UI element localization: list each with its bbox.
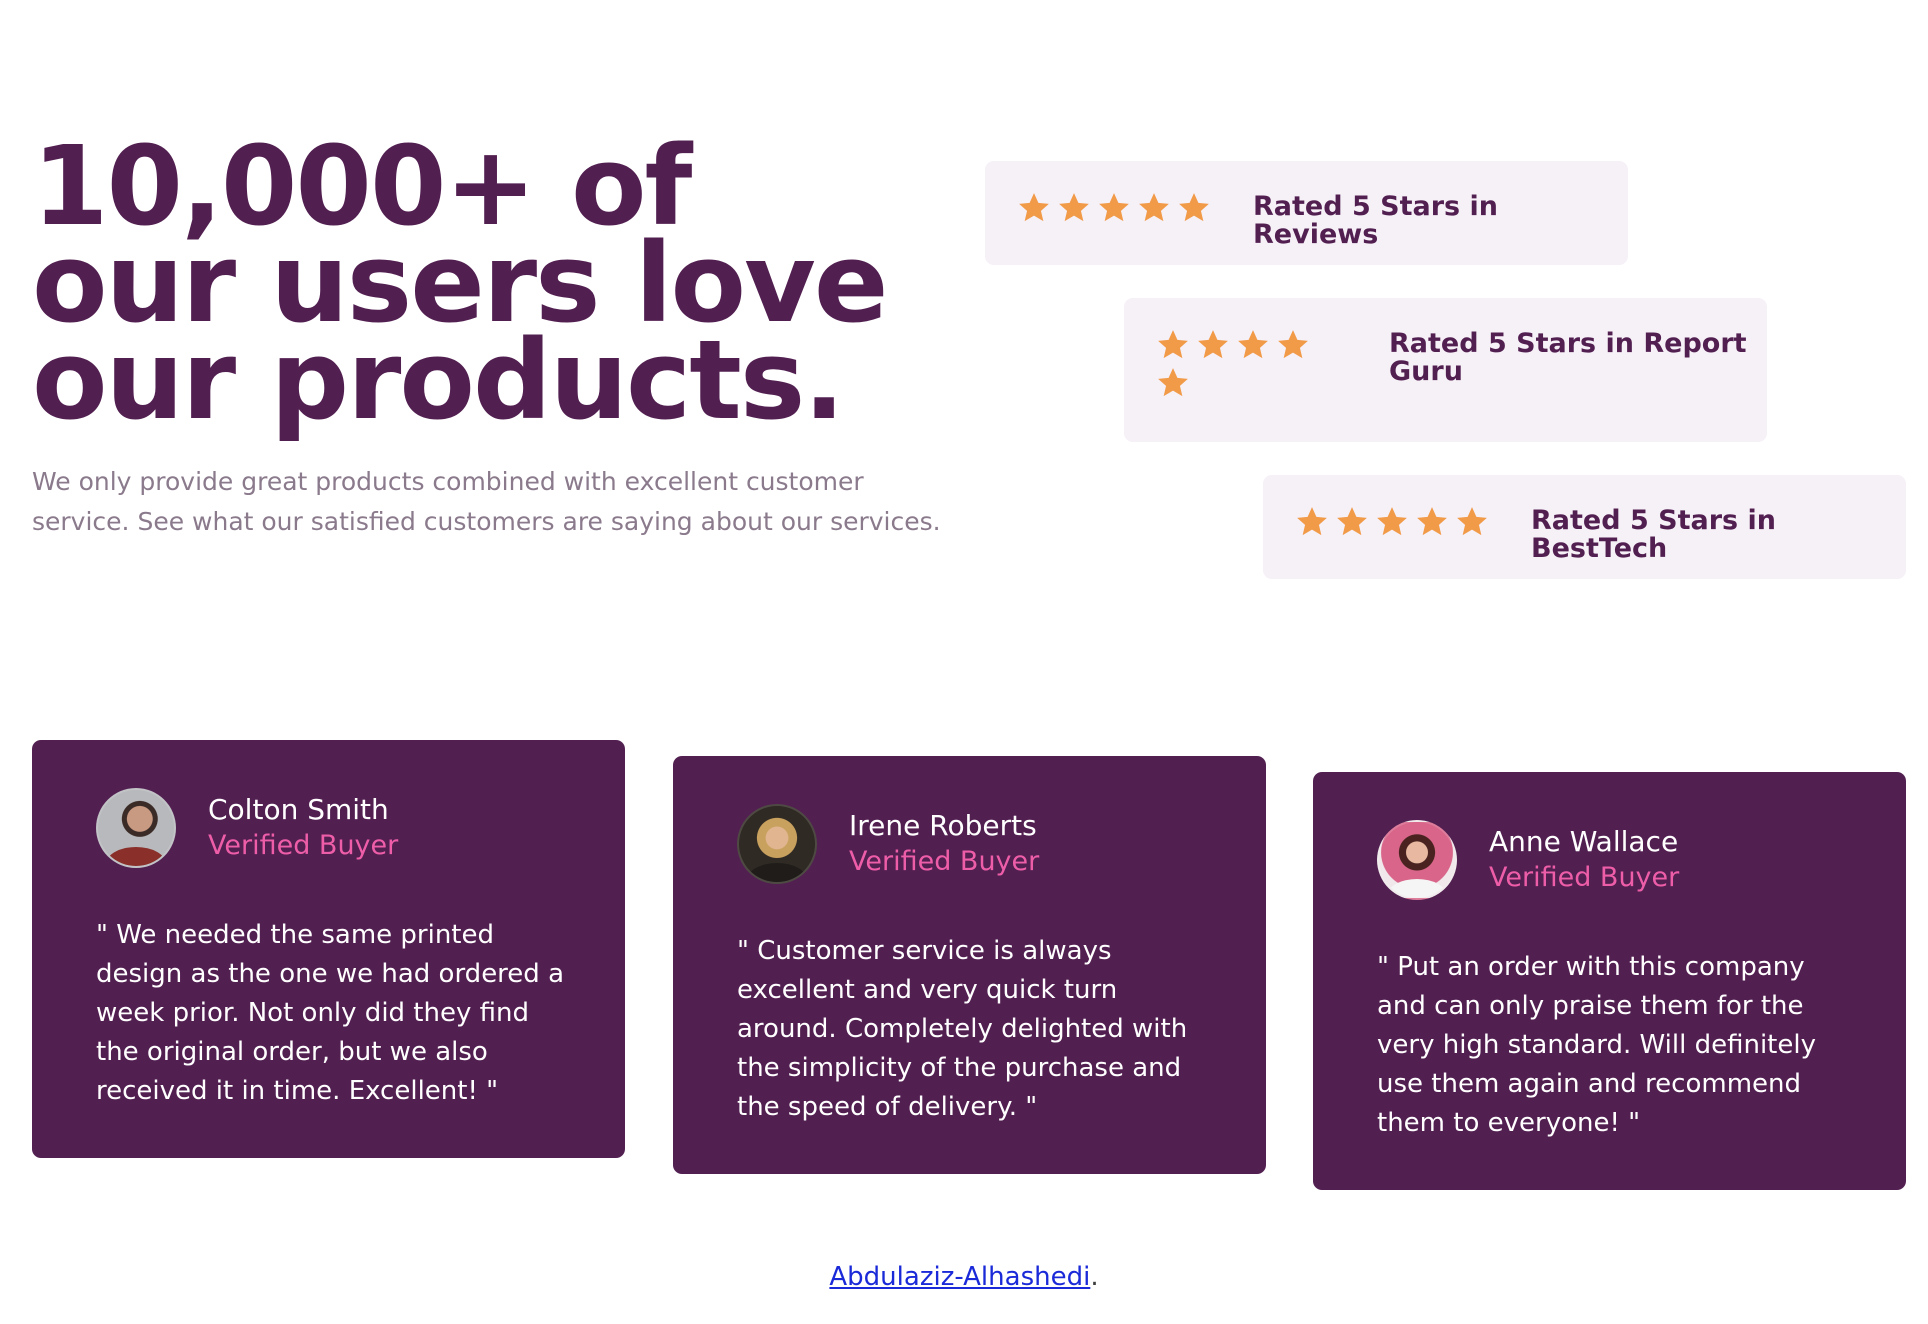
star-icon <box>1059 193 1089 222</box>
star-icon <box>1377 507 1407 536</box>
testimonial-header: Irene Roberts Verified Buyer <box>737 804 1216 884</box>
avatar-silhouette <box>746 863 808 882</box>
star-icon <box>1198 330 1228 359</box>
star-icon <box>1019 193 1049 222</box>
star-rating <box>1295 505 1495 539</box>
footer-credit: Abdulaziz-Alhashedi. <box>0 1262 1928 1292</box>
author-credit-link[interactable]: Abdulaziz-Alhashedi <box>829 1262 1090 1292</box>
star-icon <box>1278 330 1308 359</box>
testimonial-header: Anne Wallace Verified Buyer <box>1377 820 1856 900</box>
testimonial-author: Colton Smith Verified Buyer <box>208 792 398 864</box>
rating-besttech: Rated 5 Stars in BestTech <box>1263 475 1906 579</box>
star-icon <box>1457 507 1487 536</box>
page-title: 10,000+ of our users love our products. <box>32 122 888 444</box>
testimonial-quote: " We needed the same printed design as t… <box>96 920 564 1106</box>
star-icon <box>1337 507 1367 536</box>
star-rating <box>1017 191 1217 225</box>
star-icon <box>1297 507 1327 536</box>
verified-buyer-label: Verified Buyer <box>208 830 399 861</box>
testimonial-card: Irene Roberts Verified Buyer " Customer … <box>673 756 1266 1174</box>
author-name: Anne Wallace <box>1489 825 1679 858</box>
credit-suffix: . <box>1090 1262 1099 1292</box>
testimonial-author: Irene Roberts Verified Buyer <box>849 808 1039 880</box>
testimonial-card: Colton Smith Verified Buyer " We needed … <box>32 740 625 1158</box>
rating-label: Rated 5 Stars in Reviews <box>1253 191 1498 250</box>
star-icon <box>1158 330 1188 359</box>
testimonial-author: Anne Wallace Verified Buyer <box>1489 824 1679 896</box>
star-icon <box>1238 330 1268 359</box>
star-icon <box>1099 193 1129 222</box>
star-icon <box>1179 193 1209 222</box>
author-name: Colton Smith <box>208 793 389 826</box>
rating-label: Rated 5 Stars in Report Guru <box>1389 328 1747 387</box>
star-icon <box>1417 507 1447 536</box>
page-subtitle: We only provide great products combined … <box>32 467 941 536</box>
rating-reviews: Rated 5 Stars in Reviews <box>985 161 1628 265</box>
avatar <box>1377 820 1457 900</box>
testimonial-card: Anne Wallace Verified Buyer " Put an ord… <box>1313 772 1906 1190</box>
verified-buyer-label: Verified Buyer <box>849 846 1040 877</box>
testimonial-quote: " Customer service is always excellent a… <box>737 936 1188 1122</box>
verified-buyer-label: Verified Buyer <box>1489 862 1680 893</box>
star-rating <box>1156 328 1321 400</box>
avatar <box>96 788 176 868</box>
star-icon <box>1139 193 1169 222</box>
avatar <box>737 804 817 884</box>
testimonial-quote: " Put an order with this company and can… <box>1377 952 1816 1138</box>
avatar-silhouette <box>105 847 167 866</box>
rating-label: Rated 5 Stars in BestTech <box>1531 505 1776 564</box>
rating-report-guru: Rated 5 Stars in Report Guru <box>1124 298 1767 442</box>
testimonial-header: Colton Smith Verified Buyer <box>96 788 575 868</box>
star-icon <box>1158 368 1188 397</box>
author-name: Irene Roberts <box>849 809 1037 842</box>
avatar-silhouette <box>1386 879 1448 898</box>
